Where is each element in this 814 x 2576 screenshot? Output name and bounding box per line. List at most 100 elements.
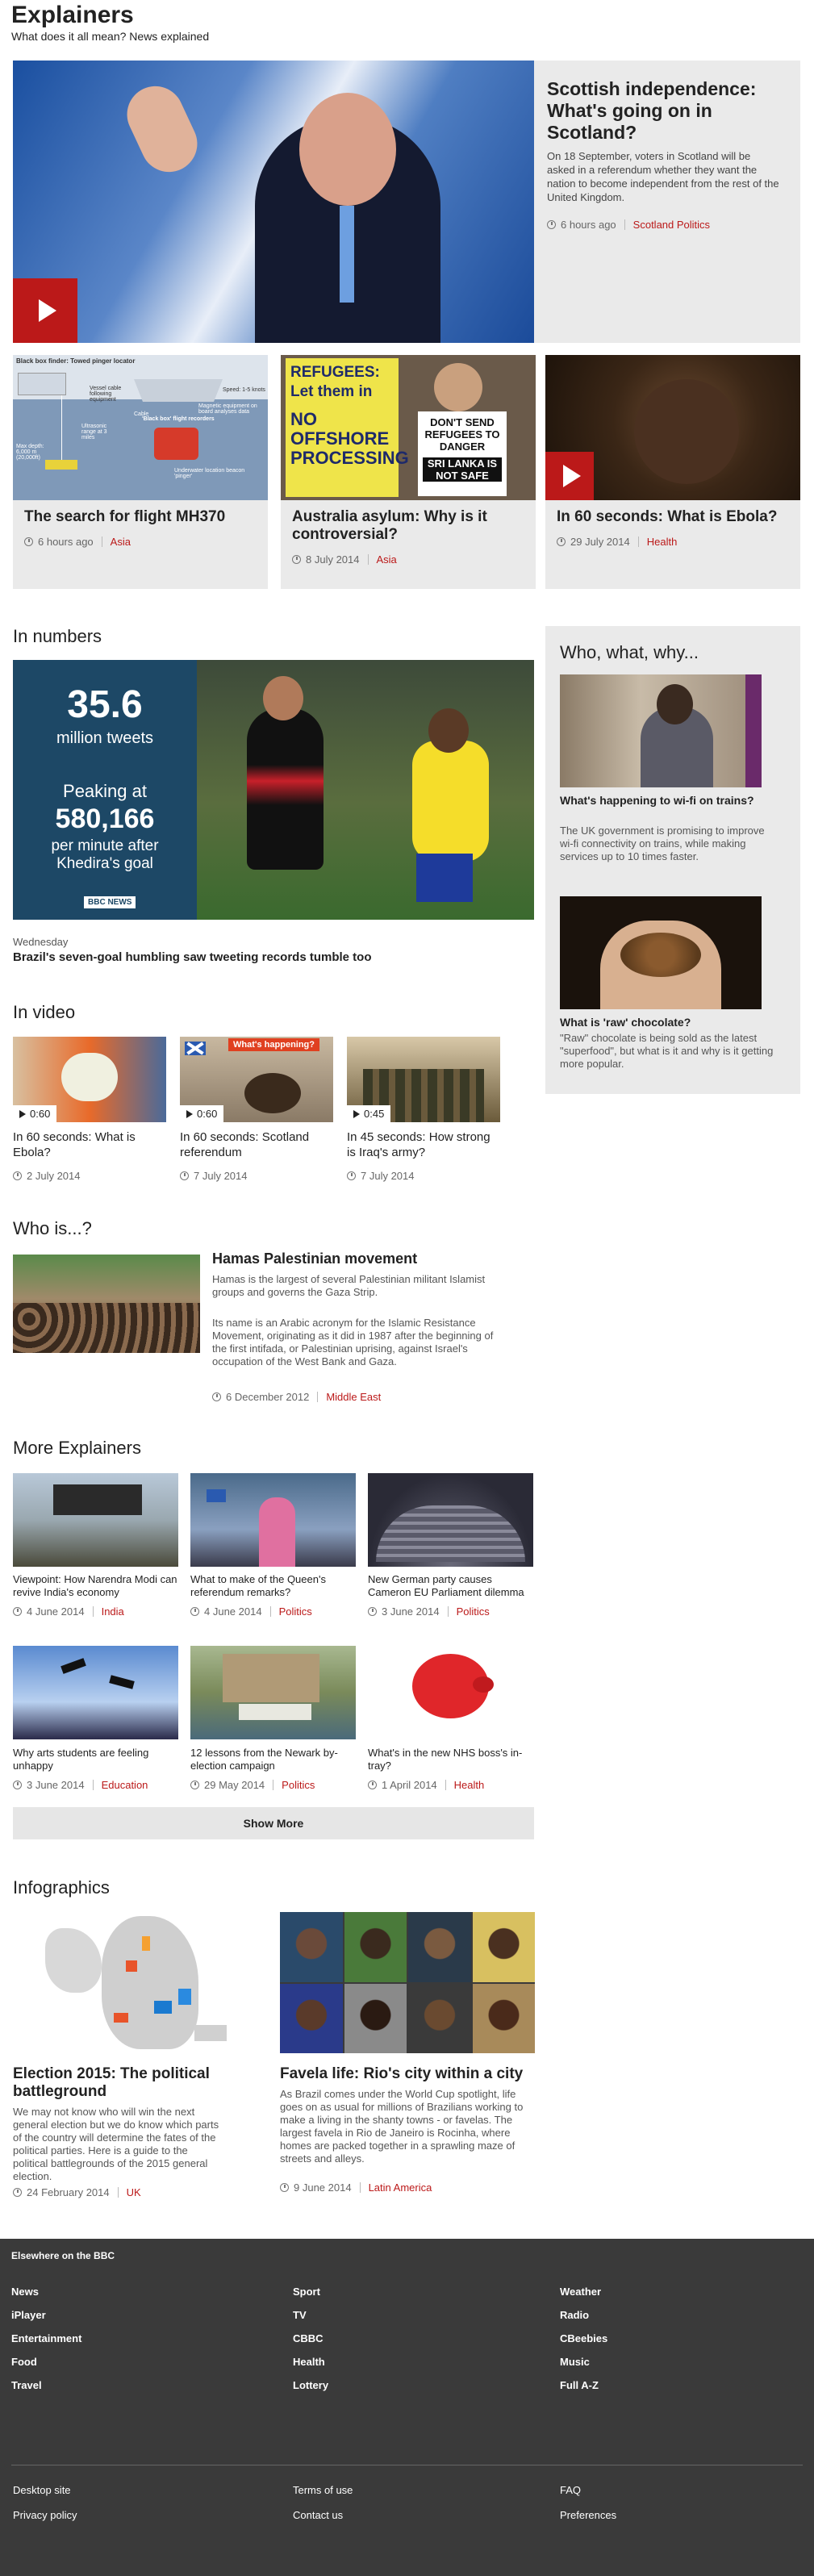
wifi-trains-title[interactable]: What's happening to wi-fi on trains? [560,794,778,808]
clock-icon [190,1781,199,1789]
more-item-time: 1 April 2014 [382,1779,437,1791]
election-map-image[interactable] [13,1912,268,2053]
whois-p1: Hamas is the largest of several Palestin… [212,1273,486,1298]
wifi-trains-image[interactable] [560,674,762,787]
footer-link[interactable]: CBBC [293,2332,551,2344]
more-image-queen[interactable] [190,1473,356,1567]
graphic-title: Black box finder: Towed pinger locator [16,357,136,365]
footer-link[interactable]: Music [560,2356,802,2368]
video-title[interactable]: In 45 seconds: How strong is Iraq's army… [347,1129,500,1160]
whois-title[interactable]: Hamas Palestinian movement [212,1250,417,1267]
numbers-date: Wednesday [13,936,69,948]
footer-bottom-link[interactable]: Privacy policy [13,2509,77,2521]
hero-play-icon[interactable] [13,278,77,343]
asylum-tag[interactable]: Asia [377,553,397,566]
footer-link[interactable]: Radio [560,2309,802,2321]
info-item-tag[interactable]: UK [127,2186,141,2198]
info-item-meta: 9 June 2014 Latin America [280,2181,432,2194]
footer-link[interactable]: Weather [560,2286,802,2298]
hamas-image[interactable] [13,1255,200,1353]
favela-portraits-image[interactable] [280,1912,535,2053]
video-thumb-ebola[interactable]: 0:60 [13,1037,166,1122]
ebola-image[interactable] [545,355,800,500]
footer-link[interactable]: News [11,2286,269,2298]
asylum-title[interactable]: Australia asylum: Why is it controversia… [292,508,526,544]
more-image-graduates[interactable] [13,1646,178,1739]
raw-chocolate-title[interactable]: What is 'raw' chocolate? [560,1016,778,1029]
more-item-time: 3 June 2014 [27,1779,85,1791]
whois-tag[interactable]: Middle East [326,1391,381,1403]
footer-link[interactable]: Entertainment [11,2332,269,2344]
hero-tag[interactable]: Scotland Politics [633,219,710,231]
more-item-title[interactable]: Viewpoint: How Narendra Modi can revive … [13,1573,178,1599]
more-item-title[interactable]: New German party causes Cameron EU Parli… [368,1573,533,1599]
numbers-graphic[interactable]: 35.6 million tweets Peaking at 580,166 p… [13,660,534,920]
more-item-tag[interactable]: Education [102,1779,148,1791]
clock-icon [368,1607,377,1616]
hero-summary: On 18 September, voters in Scotland will… [547,150,779,203]
raw-chocolate-image[interactable] [560,896,762,1009]
mh370-card[interactable]: The search for flight MH370 6 hours ago A… [13,500,268,589]
footer-link[interactable]: Full A-Z [560,2379,802,2391]
more-item-tag[interactable]: Politics [457,1605,490,1618]
more-image-india[interactable] [13,1473,178,1567]
footer-bottom-col-2: Terms of use Contact us [293,2484,353,2521]
video-duration-text: 0:60 [30,1108,51,1120]
asylum-image[interactable]: REFUGEES: Let them in NO OFFSHORE PROCESS… [281,355,536,500]
mh370-tag[interactable]: Asia [111,536,131,548]
info-item-time: 24 February 2014 [27,2186,110,2198]
mh370-graphic[interactable]: Black box finder: Towed pinger locator M… [13,355,268,500]
footer-link[interactable]: TV [293,2309,551,2321]
sign-text: NO OFFSHORE PROCESSING [290,409,409,468]
more-item-tag[interactable]: Politics [279,1605,312,1618]
more-item-title[interactable]: 12 lessons from the Newark by-election c… [190,1747,356,1772]
hero-image[interactable] [13,61,534,343]
footer-bottom-link[interactable]: Contact us [293,2509,353,2521]
more-image-parliament[interactable] [368,1473,533,1567]
footer-link[interactable]: CBeebies [560,2332,802,2344]
page-subtitle: What does it all mean? News explained [11,30,210,43]
more-item-title[interactable]: Why arts students are feeling unhappy [13,1747,178,1772]
more-item-tag[interactable]: Politics [282,1779,315,1791]
footer-bottom-link[interactable]: FAQ [560,2484,616,2496]
footer-bottom-link[interactable]: Preferences [560,2509,616,2521]
footer-link[interactable]: Health [293,2356,551,2368]
mh370-title[interactable]: The search for flight MH370 [24,508,258,526]
numbers-caption[interactable]: Brazil's seven-goal humbling saw tweetin… [13,950,371,964]
info-item-tag[interactable]: Latin America [369,2181,432,2194]
footer-link[interactable]: Lottery [293,2379,551,2391]
more-image-newark[interactable] [190,1646,356,1739]
info-item-title[interactable]: Election 2015: The political battlegroun… [13,2065,268,2101]
video-thumb-iraq[interactable]: 0:45 [347,1037,500,1122]
more-item-tag[interactable]: Health [454,1779,485,1791]
whois-p2: Its name is an Arabic acronym for the Is… [212,1317,494,1367]
more-item-meta: 4 June 2014 India [13,1605,124,1618]
footer-link[interactable]: Travel [11,2379,269,2391]
info-item-title[interactable]: Favela life: Rio's city within a city [280,2065,535,2083]
ebola-play-icon[interactable] [545,452,594,500]
more-image-piggy-bank[interactable] [368,1646,533,1739]
show-more-button[interactable]: Show More [13,1807,534,1839]
video-title[interactable]: In 60 seconds: What is Ebola? [13,1129,166,1160]
footer-link[interactable]: iPlayer [11,2309,269,2321]
more-item-title[interactable]: What's in the new NHS boss's in-tray? [368,1747,533,1772]
more-item-meta: 3 June 2014 Politics [368,1605,490,1618]
hero-card[interactable]: Scottish independence: What's going on i… [534,61,800,343]
more-item-tag[interactable]: India [102,1605,124,1618]
asylum-card[interactable]: Australia asylum: Why is it controversia… [281,500,536,589]
video-title[interactable]: In 60 seconds: Scotland referendum [180,1129,333,1160]
numbers-peak-value: 580,166 [55,804,155,834]
footer-link[interactable]: Sport [293,2286,551,2298]
ebola-tag[interactable]: Health [647,536,678,548]
play-icon [186,1109,193,1118]
video-thumb-scotland[interactable]: What's happening? 0:60 [180,1037,333,1122]
footer-link[interactable]: Food [11,2356,269,2368]
more-item-title[interactable]: What to make of the Queen's referendum r… [190,1573,356,1599]
ebola-card[interactable]: In 60 seconds: What is Ebola? 29 July 20… [545,500,800,589]
footer-bottom-link[interactable]: Terms of use [293,2484,353,2496]
more-item-time: 29 May 2014 [204,1779,265,1791]
more-item-meta: 3 June 2014 Education [13,1779,148,1791]
hero-title[interactable]: Scottish independence: What's going on i… [547,78,789,144]
footer-bottom-link[interactable]: Desktop site [13,2484,77,2496]
ebola-title[interactable]: In 60 seconds: What is Ebola? [557,508,795,526]
